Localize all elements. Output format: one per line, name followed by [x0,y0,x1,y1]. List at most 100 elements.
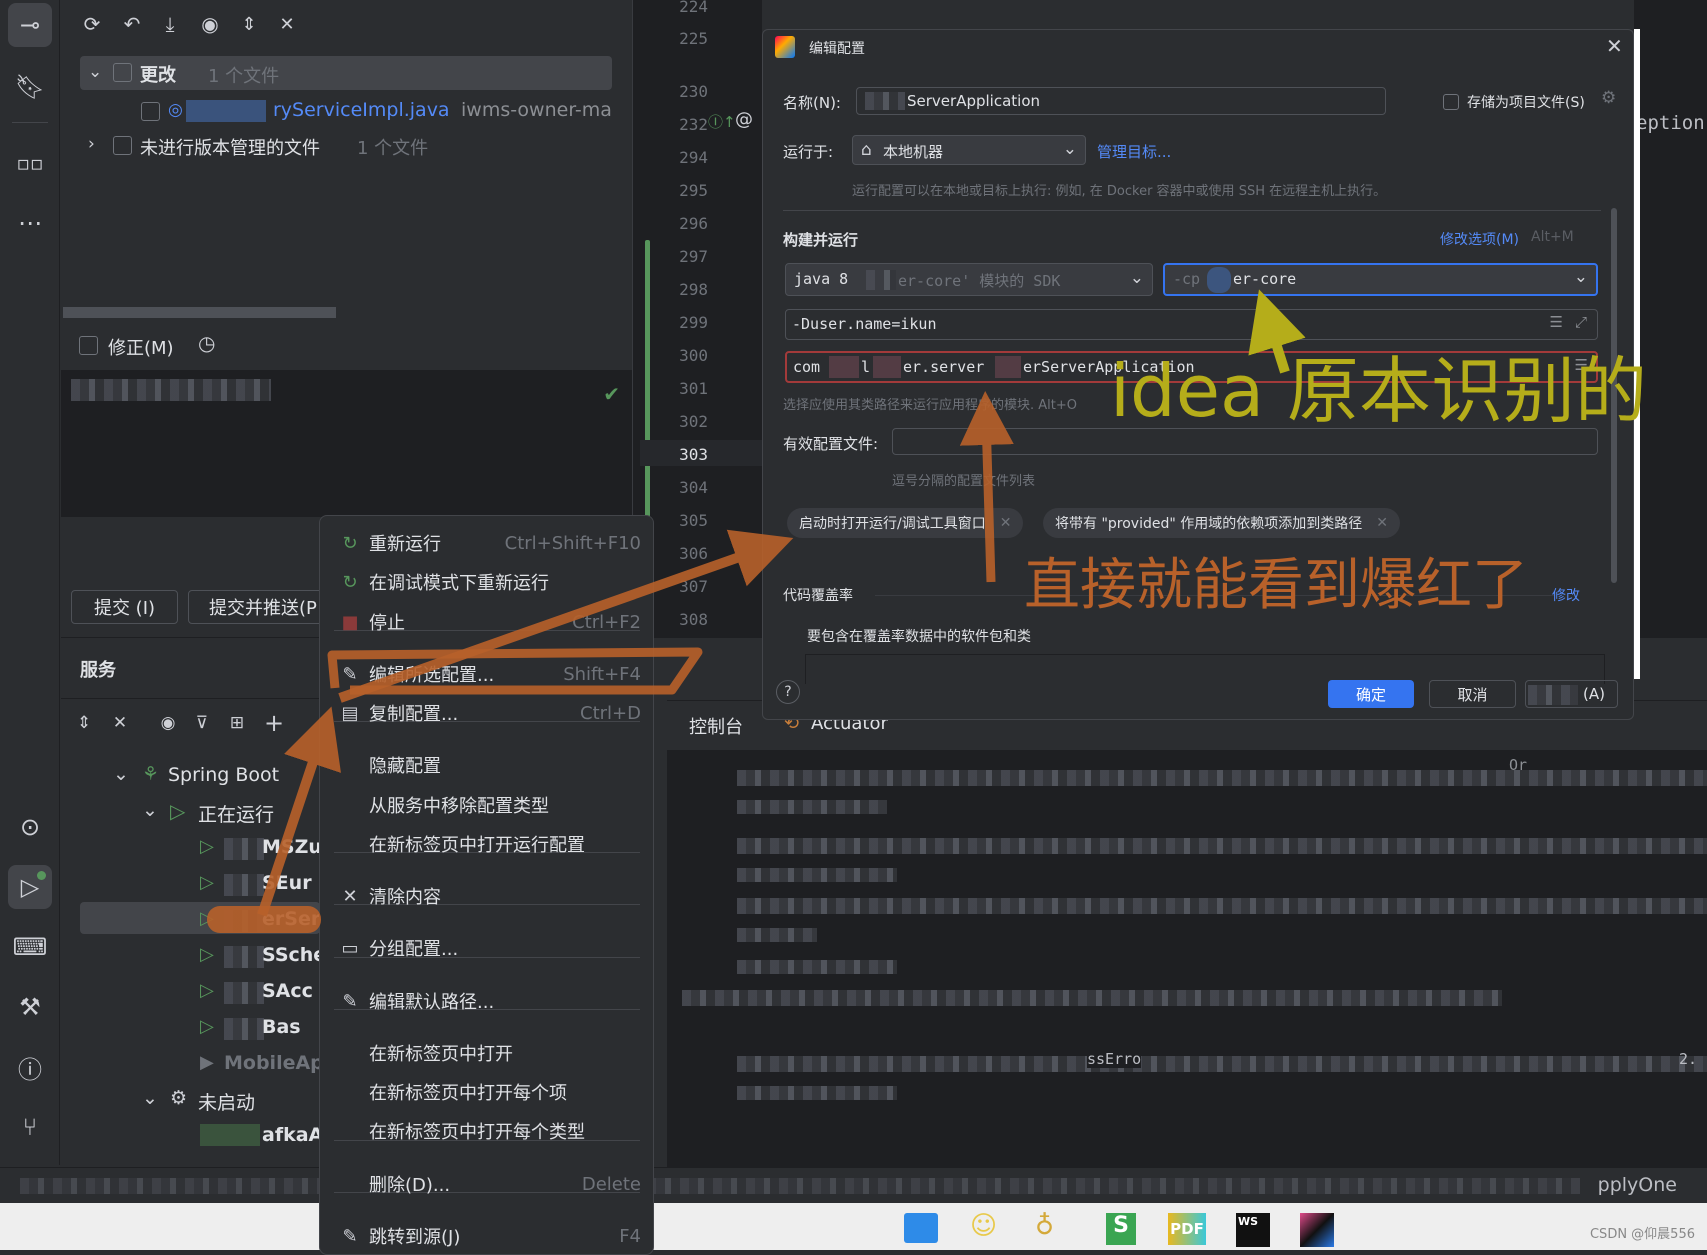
webstorm-icon[interactable]: WS [1236,1213,1270,1247]
tab-console[interactable]: 控制台 [689,713,743,739]
gear-icon[interactable]: ⚙ [1601,88,1616,108]
refresh-icon[interactable]: ⟳ [80,12,104,36]
commit-push-button[interactable]: 提交并推送(P [188,590,328,624]
menu-item[interactable]: ↻ 重新运行 Ctrl+Shift+F10 [320,525,653,561]
list-icon[interactable]: ☰ [1550,313,1563,331]
chip-label: 启动时打开运行/调试工具窗口 [799,516,986,532]
menu-item[interactable]: 在新标签页中打开每个类型 [320,1113,653,1149]
expand-all-icon[interactable]: ⇕ [237,12,261,36]
menu-item[interactable]: ↻ 在调试模式下重新运行 [320,564,653,600]
help-icon[interactable]: ? [776,680,800,704]
amend-checkbox[interactable] [79,336,98,355]
changes-group-row[interactable]: ⌄ 更改 1 个文件 [80,56,612,90]
problems-icon[interactable]: ⓘ [8,1045,52,1089]
close-icon[interactable]: ✕ [1606,34,1623,58]
services-icon[interactable]: ⊙ [8,805,52,849]
run-on-select[interactable]: ⌂ 本地机器 ⌄ [852,135,1086,165]
menu-item-label: 删除(D)... [369,1175,451,1196]
app-icon[interactable]: ☺ [970,1211,997,1241]
tree-item[interactable]: MobileAp [224,1052,324,1074]
commit-message-input[interactable]: ✔ [61,370,632,517]
menu-item[interactable]: 在新标签页中打开每个项 [320,1074,653,1110]
jetbrains-icon[interactable] [1300,1213,1334,1247]
add-icon[interactable]: + [261,709,287,737]
implements-icon[interactable]: Ⓘ↑ [708,111,736,132]
chevron-down-icon[interactable]: ⌄ [142,1087,158,1109]
option-chip[interactable]: 启动时打开运行/调试工具窗口 ✕ [787,508,1024,538]
wps-sheet-icon[interactable]: S [1106,1213,1136,1245]
rollback-icon[interactable]: ↶ [120,12,144,36]
name-input[interactable]: ServerApplication [856,87,1386,115]
chevron-down-icon[interactable]: ⌄ [142,799,158,821]
collapse-all-icon[interactable]: ✕ [107,710,133,736]
file-checkbox[interactable] [141,102,160,121]
commit-button[interactable]: 提交 (I) [71,590,178,624]
menu-item[interactable]: ✎ 编辑所选配置... Shift+F4 [320,656,653,692]
tree-item[interactable]: Bas [262,1016,301,1038]
tree-item[interactable]: SSche [262,944,326,966]
option-chip[interactable]: 将带有 "provided" 作用域的依赖项添加到类路径 ✕ [1043,508,1400,538]
ok-button[interactable]: 确定 [1328,680,1414,708]
store-as-file-checkbox[interactable] [1443,94,1459,110]
chevron-down-icon[interactable]: ⌄ [113,763,129,785]
horizontal-scrollbar[interactable] [63,307,336,318]
menu-item[interactable]: 隐藏配置 [320,747,653,783]
vm-options-input[interactable]: -Duser.name=ikun ☰ ⤢ [785,309,1598,340]
menu-item[interactable]: 在新标签页中打开运行配置 [320,826,653,862]
pdf-icon[interactable]: PDF [1168,1213,1206,1245]
terminal-icon[interactable]: ⌨︎ [8,925,52,969]
unversioned-group-row[interactable]: › 未进行版本管理的文件 1 个文件 [80,132,580,160]
tree-running[interactable]: 正在运行 [198,800,274,827]
chevron-down-icon[interactable]: ⌄ [88,62,102,82]
tree-item[interactable]: SAcc [262,980,313,1002]
bookmark-icon[interactable]: 🔖︎ [8,65,52,109]
changes-checkbox[interactable] [113,63,132,82]
apply-button[interactable]: (A) [1525,680,1618,708]
tree-spring-boot[interactable]: Spring Boot [168,764,279,786]
classpath-module-select[interactable]: -cp er-core ⌄ [1163,263,1598,296]
menu-item[interactable]: 在新标签页中打开 [320,1035,653,1071]
changed-file-row[interactable]: ◎ ryServiceImpl.java iwms-owner-ma [141,98,631,126]
menu-item[interactable]: 从服务中移除配置类型 [320,787,653,823]
new-tab-icon[interactable]: ⊞ [224,710,250,736]
jdk-select[interactable]: java 8 er-core' 模块的 SDK ⌄ [785,263,1153,296]
windows-icon[interactable] [904,1213,938,1243]
tree-item[interactable]: SEur [262,872,312,894]
menu-item[interactable]: 删除(D)... Delete [320,1166,653,1202]
git-icon[interactable]: ⑂ [8,1105,52,1149]
annotation-icon[interactable]: @ [735,109,753,130]
menu-item[interactable]: ✎ 跳转到源(J) F4 [320,1218,653,1254]
redacted-filename [186,100,266,122]
unversioned-checkbox[interactable] [113,136,132,155]
menu-item[interactable]: ■ 停止 Ctrl+F2 [320,604,653,640]
manage-targets-link[interactable]: 管理目标... [1097,141,1171,162]
coverage-modify-link[interactable]: 修改 [1552,585,1580,605]
modify-options-link[interactable]: 修改选项(M) [1440,229,1519,249]
tree-item[interactable]: afkaA [262,1124,323,1146]
build-icon[interactable]: ⚒︎ [8,985,52,1029]
more-icon[interactable]: ⋯ [8,201,52,245]
run-icon[interactable]: ▷ [8,865,52,909]
eye-icon[interactable]: ◉ [155,710,181,736]
close-icon[interactable]: ✕ [1376,515,1388,531]
cancel-button[interactable]: 取消 [1429,680,1516,708]
menu-item[interactable]: ✕ 清除内容 [320,878,653,914]
expand-icon[interactable]: ⤢ [1575,313,1587,331]
app-icon[interactable]: ♁ [1035,1211,1054,1241]
expand-all-icon[interactable]: ⇕ [71,710,97,736]
tree-item[interactable]: erSer [262,908,320,930]
close-icon[interactable]: ✕ [1000,515,1012,531]
tree-not-started[interactable]: 未启动 [198,1088,255,1115]
commit-icon[interactable]: ⊸ [8,3,52,47]
chevron-right-icon[interactable]: › [88,134,95,154]
menu-item[interactable]: ✎ 编辑默认路径... [320,983,653,1019]
history-icon[interactable]: ◷ [198,331,215,355]
update-icon[interactable]: ⤓ [158,12,182,36]
eye-icon[interactable]: ◉ [198,12,222,36]
collapse-all-icon[interactable]: ✕ [275,12,299,36]
structure-icon[interactable]: ▫▫ [8,141,52,185]
menu-item[interactable]: ▭ 分组配置... [320,930,653,966]
menu-item[interactable]: ▤ 复制配置... Ctrl+D [320,695,653,731]
filter-icon[interactable]: ⊽ [189,710,215,736]
menu-item-label: 在新标签页中打开运行配置 [369,835,585,856]
